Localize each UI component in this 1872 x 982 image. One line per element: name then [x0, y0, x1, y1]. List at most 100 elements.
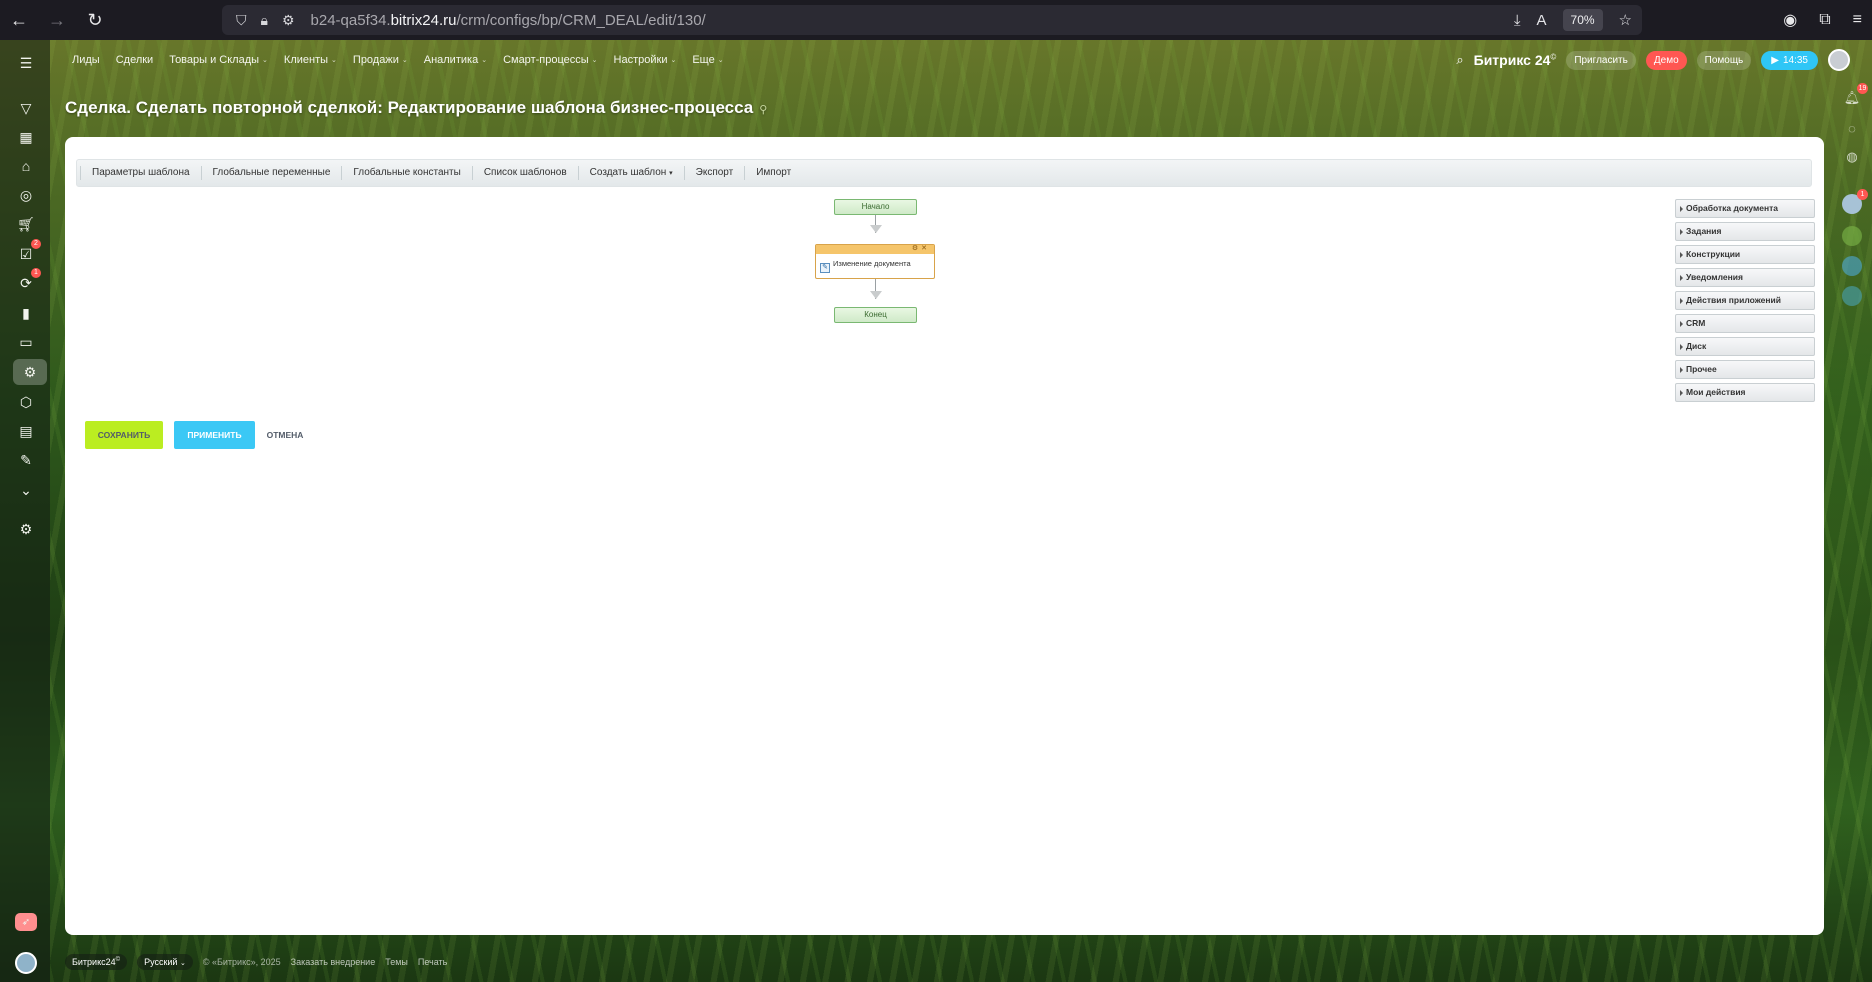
bookmark-icon[interactable] [1842, 286, 1862, 306]
toolbar-template-params[interactable]: Параметры шаблона [80, 166, 201, 180]
invite-button[interactable]: Пригласить [1566, 50, 1636, 70]
chevron-down-icon[interactable]: ⌄ [13, 477, 39, 503]
account-icon[interactable]: ◉ [1783, 10, 1797, 30]
left-sidebar: ☰ ▽ ▦ ⌂ ◎ 🛒︎ ☑ 2 ⟳ 1 ▮ ▭ ⚙ ⬡ ▤ ✎ ⌄ ⚙ ➶ [0, 40, 50, 982]
robots-icon[interactable]: ⚙ [13, 359, 47, 385]
chevron-down-icon: ⌄ [331, 57, 337, 64]
editor-card: Параметры шаблона Глобальные переменные … [65, 137, 1824, 935]
calendar-icon[interactable]: ▦ [13, 124, 39, 150]
nav-item-smart-processes[interactable]: Смарт-процессы ⌄ [503, 54, 597, 66]
help-button[interactable]: Помощь [1696, 50, 1752, 70]
bitrix24-logo[interactable]: Битрикс 24© [1474, 52, 1557, 68]
cancel-button[interactable]: Отмена [265, 421, 305, 449]
copilot-icon[interactable]: ◌ [1842, 118, 1862, 138]
activity-group-my-actions[interactable]: Мои действия [1675, 383, 1815, 402]
reload-icon[interactable]: ↻ [76, 0, 114, 40]
nav-item-clients[interactable]: Клиенты ⌄ [284, 54, 337, 66]
apply-button[interactable]: Применить [174, 421, 255, 449]
chevron-down-icon: ⌄ [179, 960, 186, 967]
settings-gear-icon[interactable]: ⚙ [13, 516, 39, 542]
work-time-button[interactable]: ▶ 14:35 [1761, 50, 1818, 70]
nav-item-sales[interactable]: Продажи ⌄ [353, 54, 408, 66]
activity-label: Изменение документа [833, 259, 911, 268]
documents-icon[interactable]: ▤ [13, 418, 39, 444]
save-page-icon[interactable]: ⤓ [1514, 12, 1521, 29]
warehouse-icon[interactable]: ⌂ [13, 153, 39, 179]
nav-item-leads[interactable]: Лиды [72, 54, 100, 66]
funnel-icon[interactable]: ▽ [13, 95, 39, 121]
language-selector[interactable]: Русский ⌄ [137, 954, 193, 970]
order-implementation-link[interactable]: Заказать внедрение [291, 957, 376, 967]
extensions-icon[interactable]: ⧉ [1819, 11, 1830, 29]
target-icon[interactable]: ◎ [13, 182, 39, 208]
user-avatar[interactable] [15, 952, 37, 974]
contact-avatar[interactable]: 1 [1842, 189, 1868, 214]
menu-icon[interactable]: ≡ [1853, 11, 1862, 29]
activity-delete-icon[interactable]: ✕ [921, 245, 930, 252]
cart-icon[interactable]: 🛒︎ [13, 211, 39, 237]
notifications-badge: 19 [1857, 83, 1868, 94]
back-icon[interactable]: ← [0, 0, 38, 40]
activity-settings-icon[interactable]: ⚙ [912, 245, 921, 252]
activity-group-constructions[interactable]: Конструкции [1675, 245, 1815, 264]
bookmark-star-icon[interactable]: ☆ [1619, 11, 1632, 29]
analytics-icon[interactable]: ▮ [13, 300, 39, 326]
nav-item-more[interactable]: Еще ⌄ [692, 54, 723, 66]
box-icon[interactable]: ⬡ [13, 389, 39, 415]
user-avatar-header[interactable] [1828, 49, 1850, 71]
workflow-end-node[interactable]: Конец [834, 307, 917, 323]
activity-group-app-actions[interactable]: Действия приложений [1675, 291, 1815, 310]
workflow-activity-block[interactable]: ⚙✕ ✎ Изменение документа [815, 244, 935, 279]
address-bar[interactable]: ⛉ 🔒︎ ⚙ b24-qa5f34.bitrix24.ru/crm/config… [222, 5, 1642, 35]
rocket-icon[interactable]: ➶ [15, 913, 37, 931]
toolbar-global-constants[interactable]: Глобальные константы [341, 166, 471, 180]
toolbar-export[interactable]: Экспорт [683, 166, 745, 180]
themes-link[interactable]: Темы [385, 957, 408, 967]
tasks-icon[interactable]: ☑ 2 [13, 239, 41, 267]
activity-group-other[interactable]: Прочее [1675, 360, 1815, 379]
save-button[interactable]: Сохранить [85, 421, 163, 449]
nav-item-products[interactable]: Товары и Склады ⌄ [169, 54, 268, 66]
activity-group-notifications[interactable]: Уведомления [1675, 268, 1815, 287]
feed-icon[interactable]: ⟳ 1 [13, 268, 41, 296]
menu-toggle-icon[interactable]: ☰ [13, 50, 39, 76]
link-icon[interactable]: ⚲ [759, 104, 767, 116]
feed-badge: 1 [31, 268, 41, 278]
shield-icon[interactable]: ⛉ [236, 12, 247, 29]
toolbar-template-list[interactable]: Список шаблонов [471, 166, 578, 180]
zoom-level[interactable]: 70% [1562, 9, 1603, 31]
activity-group-document[interactable]: Обработка документа [1675, 199, 1815, 218]
sales-icon[interactable]: ▭ [13, 329, 39, 355]
chevron-down-icon: ⌄ [670, 57, 677, 64]
chevron-down-icon: ⌄ [591, 57, 598, 64]
url-text[interactable]: b24-qa5f34.bitrix24.ru/crm/configs/bp/CR… [311, 12, 706, 29]
toolbar-global-variables[interactable]: Глобальные переменные [200, 166, 342, 180]
forward-icon[interactable]: → [38, 0, 76, 40]
chat-icon[interactable] [1842, 256, 1862, 276]
openlines-icon[interactable] [1842, 226, 1862, 246]
translate-icon[interactable]: A [1537, 12, 1547, 29]
lock-icon[interactable]: 🔒︎ [261, 12, 268, 29]
footer-logo[interactable]: Битрикс24© [65, 954, 128, 970]
nav-item-deals[interactable]: Сделки [116, 54, 154, 66]
right-rail: 🔔︎ 19 ◌ ◍ 1 [1832, 80, 1872, 980]
chat-search-icon[interactable]: ◍ [1842, 147, 1862, 167]
nav-item-settings[interactable]: Настройки ⌄ [614, 54, 677, 66]
copyright: © «Битрикс», 2025 [202, 957, 281, 967]
search-icon[interactable]: ⌕ [1456, 52, 1463, 68]
activity-group-disk[interactable]: Диск [1675, 337, 1815, 356]
activity-group-tasks[interactable]: Задания [1675, 222, 1815, 241]
activity-group-crm[interactable]: CRM [1675, 314, 1815, 333]
demo-badge[interactable]: Демо [1645, 50, 1687, 70]
print-link[interactable]: Печать [418, 957, 447, 967]
notifications-icon[interactable]: 🔔︎ 19 [1842, 83, 1868, 108]
nav-item-analytics[interactable]: Аналитика ⌄ [424, 54, 487, 66]
toolbar-create-template[interactable]: Создать шаблон ▾ [577, 166, 684, 180]
toolbar-import[interactable]: Импорт [744, 166, 802, 180]
footer: Битрикс24© Русский ⌄ © «Битрикс», 2025 З… [65, 952, 447, 972]
workflow-start-node[interactable]: Начало [834, 199, 917, 215]
template-toolbar: Параметры шаблона Глобальные переменные … [76, 159, 1812, 187]
permissions-icon[interactable]: ⚙ [282, 12, 295, 29]
chevron-down-icon: ⌄ [481, 57, 488, 64]
sign-icon[interactable]: ✎ [13, 447, 39, 473]
